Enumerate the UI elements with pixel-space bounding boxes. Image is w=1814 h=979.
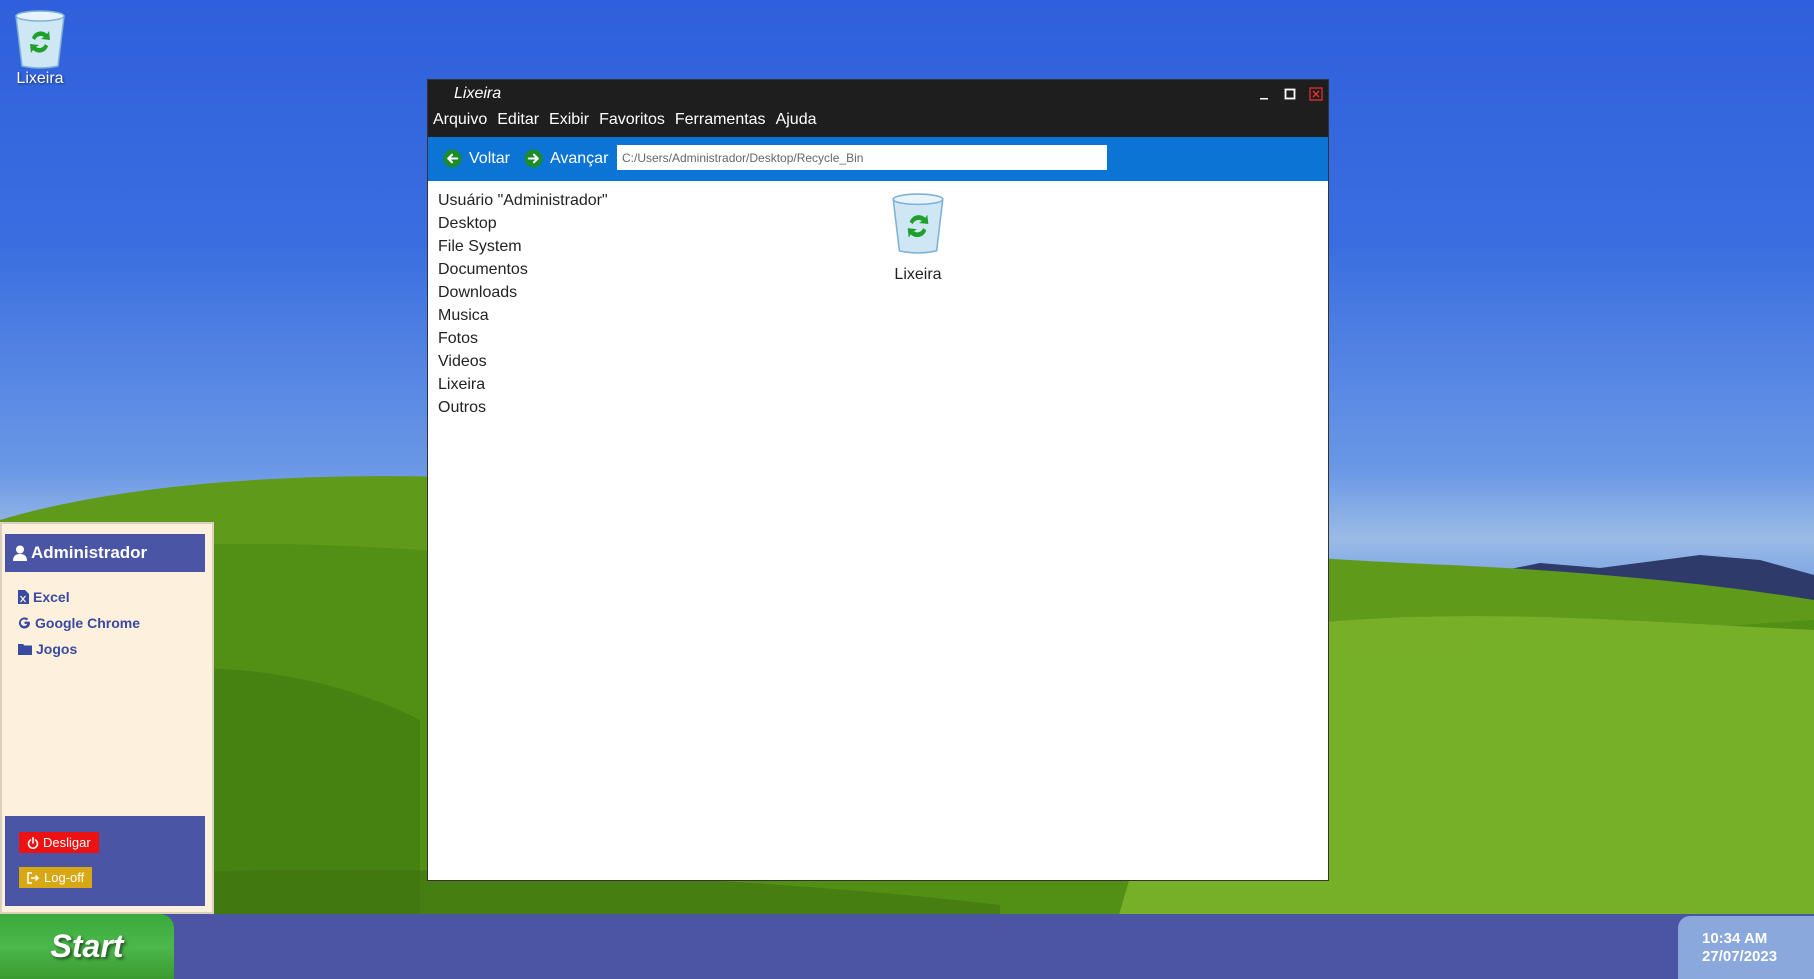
menu-bar: Arquivo Editar Exibir Favoritos Ferramen… xyxy=(433,111,826,129)
system-clock[interactable]: 10:34 AM 27/07/2023 xyxy=(1678,916,1814,979)
back-label: Voltar xyxy=(469,149,510,167)
start-button[interactable]: Start xyxy=(0,914,174,979)
user-icon xyxy=(13,545,27,561)
shutdown-label: Desligar xyxy=(43,835,91,850)
start-item-label: Google Chrome xyxy=(35,615,141,631)
sidebar-item-desktop[interactable]: Desktop xyxy=(438,212,608,235)
sidebar-item-file-system[interactable]: File System xyxy=(438,235,608,258)
arrow-right-icon xyxy=(524,149,543,168)
sidebar-item-outros[interactable]: Outros xyxy=(438,396,608,419)
desktop: Lixeira Lixeira Arquivo Editar Exibir Fa… xyxy=(0,0,1814,979)
toolbar: Voltar Avançar xyxy=(428,137,1328,181)
menu-arquivo[interactable]: Arquivo xyxy=(433,111,487,129)
file-item-recycle-bin[interactable]: Lixeira xyxy=(878,190,958,284)
folder-icon xyxy=(18,644,32,655)
desktop-icon-label: Lixeira xyxy=(16,70,64,87)
start-menu-footer: Desligar Log-off xyxy=(5,816,205,906)
recycle-bin-icon xyxy=(15,10,65,69)
start-menu-user-header: Administrador xyxy=(5,534,205,572)
sidebar-item-fotos[interactable]: Fotos xyxy=(438,327,608,350)
start-item-label: Jogos xyxy=(36,641,78,657)
sidebar-item-documentos[interactable]: Documentos xyxy=(438,258,608,281)
menu-exibir[interactable]: Exibir xyxy=(549,111,589,129)
start-menu: Administrador Excel Google Chrome Jogos … xyxy=(0,522,214,914)
start-item-google-chrome[interactable]: Google Chrome xyxy=(18,610,140,636)
start-item-jogos[interactable]: Jogos xyxy=(18,636,140,662)
shutdown-button[interactable]: Desligar xyxy=(19,832,99,853)
back-button[interactable]: Voltar xyxy=(443,149,510,168)
excel-file-icon xyxy=(18,590,29,604)
recycle-bin-icon xyxy=(892,193,944,254)
maximize-button[interactable] xyxy=(1280,84,1300,104)
arrow-left-icon xyxy=(443,149,462,168)
desktop-icon-recycle-bin[interactable]: Lixeira xyxy=(6,8,74,88)
user-name: Administrador xyxy=(31,543,148,562)
sign-out-icon xyxy=(27,871,40,884)
sidebar-item-downloads[interactable]: Downloads xyxy=(438,281,608,304)
explorer-window: Lixeira Arquivo Editar Exibir Favoritos … xyxy=(427,79,1329,881)
start-item-excel[interactable]: Excel xyxy=(18,584,140,610)
menu-ferramentas[interactable]: Ferramentas xyxy=(675,111,766,129)
menu-editar[interactable]: Editar xyxy=(497,111,539,129)
menu-favoritos[interactable]: Favoritos xyxy=(599,111,665,129)
minimize-icon xyxy=(1260,98,1268,100)
forward-button[interactable]: Avançar xyxy=(524,149,608,168)
sidebar-item-user[interactable]: Usuário "Administrador" xyxy=(438,189,608,212)
power-icon xyxy=(27,836,39,849)
forward-label: Avançar xyxy=(550,149,609,167)
sidebar-item-videos[interactable]: Videos xyxy=(438,350,608,373)
logoff-label: Log-off xyxy=(44,870,85,885)
close-button[interactable] xyxy=(1306,84,1326,104)
sidebar: Usuário "Administrador" Desktop File Sys… xyxy=(438,189,608,419)
title-bar[interactable]: Lixeira Arquivo Editar Exibir Favoritos … xyxy=(428,80,1328,137)
maximize-icon xyxy=(1284,88,1296,100)
sidebar-item-musica[interactable]: Musica xyxy=(438,304,608,327)
address-bar[interactable] xyxy=(617,145,1107,170)
window-title: Lixeira xyxy=(454,85,502,102)
menu-ajuda[interactable]: Ajuda xyxy=(776,111,817,129)
start-menu-items: Excel Google Chrome Jogos xyxy=(18,584,140,662)
google-icon xyxy=(18,617,31,629)
clock-date: 27/07/2023 xyxy=(1702,948,1778,965)
clock-time: 10:34 AM xyxy=(1702,930,1768,947)
minimize-button[interactable] xyxy=(1254,84,1274,104)
logoff-button[interactable]: Log-off xyxy=(19,867,93,888)
sidebar-item-lixeira[interactable]: Lixeira xyxy=(438,373,608,396)
start-item-label: Excel xyxy=(33,589,70,605)
taskbar: Start 10:34 AM 27/07/2023 xyxy=(0,914,1814,979)
close-icon xyxy=(1309,87,1323,101)
file-item-label: Lixeira xyxy=(894,266,942,283)
